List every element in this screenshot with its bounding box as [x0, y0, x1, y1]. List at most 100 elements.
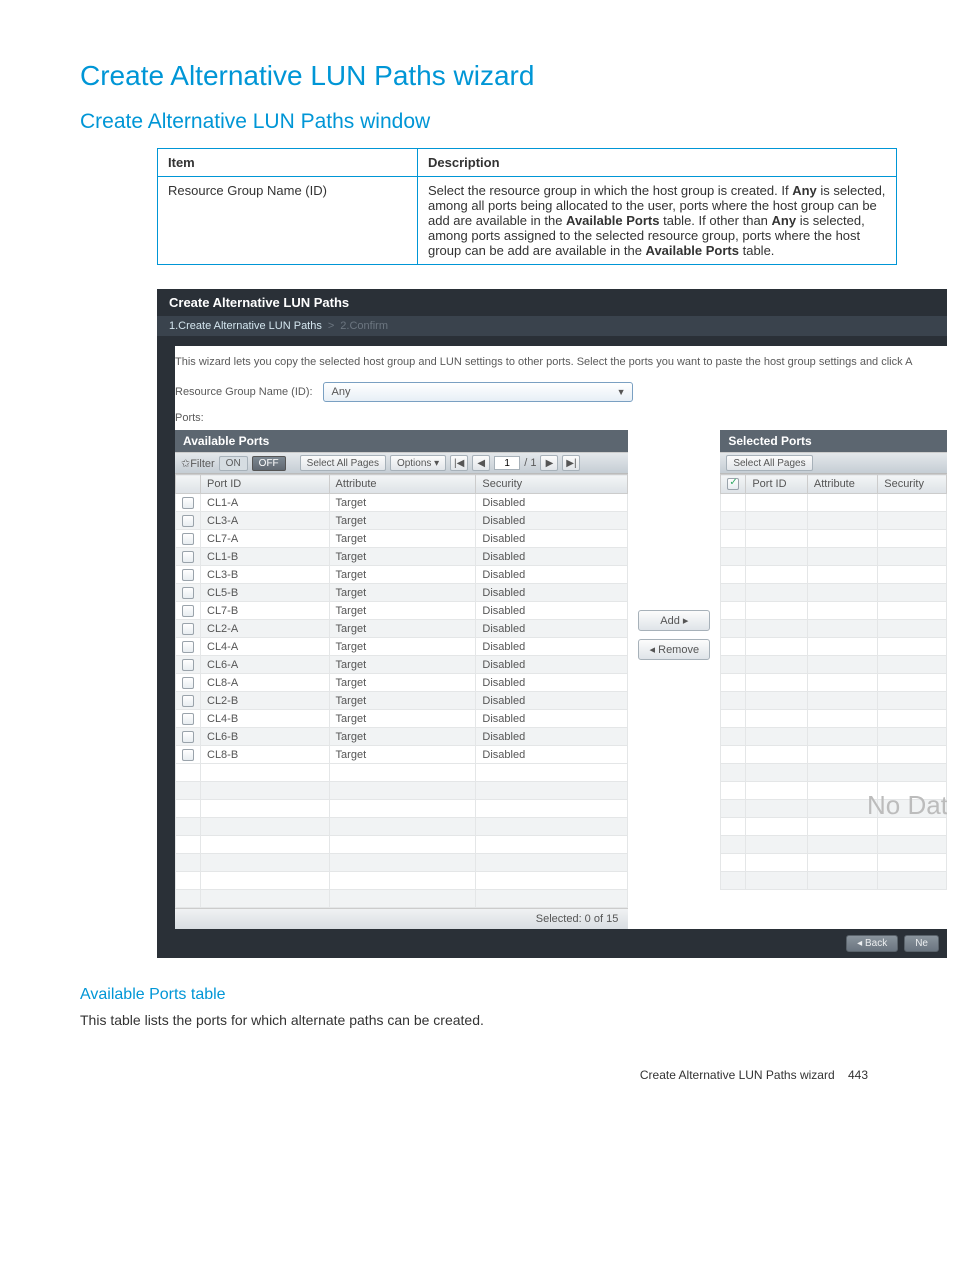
available-ports-panel: Available Ports ✩Filter ON OFF Select Al… [175, 430, 628, 929]
table-row-empty [721, 710, 947, 728]
row-checkbox[interactable] [182, 587, 194, 599]
ports-label: Ports: [175, 412, 947, 428]
table-row-empty [176, 800, 628, 818]
footer-title: Create Alternative LUN Paths wizard [640, 1068, 835, 1082]
row-checkbox[interactable] [182, 623, 194, 635]
table-row[interactable]: CL7-BTargetDisabled [176, 602, 628, 620]
table-row-empty [721, 854, 947, 872]
back-button[interactable]: ◂ Back [846, 935, 898, 952]
page-input[interactable] [494, 456, 520, 470]
add-button[interactable]: Add ▸ [638, 610, 710, 631]
selected-select-all-button[interactable]: Select All Pages [726, 455, 812, 471]
checkbox-icon[interactable] [727, 478, 739, 490]
table-row[interactable]: CL6-BTargetDisabled [176, 728, 628, 746]
next-page-button[interactable]: ▶ [540, 455, 558, 471]
row-checkbox[interactable] [182, 713, 194, 725]
wizard-steps: 1.Create Alternative LUN Paths > 2.Confi… [157, 316, 947, 336]
select-all-pages-button[interactable]: Select All Pages [300, 455, 386, 471]
last-page-button[interactable]: ▶| [562, 455, 580, 471]
remove-button[interactable]: ◂ Remove [638, 639, 710, 660]
col-checkbox [176, 475, 201, 494]
available-ports-header: Available Ports [175, 430, 628, 452]
selected-ports-toolbar: Select All Pages [720, 452, 947, 474]
row-checkbox[interactable] [182, 749, 194, 761]
table-row-empty [176, 818, 628, 836]
page-footer: Create Alternative LUN Paths wizard 443 [80, 1028, 874, 1082]
filter-label: ✩Filter [181, 457, 215, 470]
first-page-button[interactable]: |◀ [450, 455, 468, 471]
page-title: Create Alternative LUN Paths wizard [80, 60, 874, 92]
sel-col-security[interactable]: Security [878, 475, 947, 494]
col-checkbox-selected[interactable] [721, 475, 746, 494]
table-row-empty [721, 530, 947, 548]
table-row-empty [721, 620, 947, 638]
table-row[interactable]: CL5-BTargetDisabled [176, 584, 628, 602]
row-checkbox[interactable] [182, 659, 194, 671]
table-row[interactable]: CL2-BTargetDisabled [176, 692, 628, 710]
step-2: 2.Confirm [340, 320, 388, 332]
table-row[interactable]: CL8-ATargetDisabled [176, 674, 628, 692]
table-row[interactable]: CL7-ATargetDisabled [176, 530, 628, 548]
table-row-empty [176, 764, 628, 782]
table-row-empty [721, 656, 947, 674]
selected-ports-panel: Selected Ports Select All Pages Port ID … [720, 430, 947, 890]
table-row-empty [721, 566, 947, 584]
sel-col-port-id[interactable]: Port ID [746, 475, 808, 494]
row-checkbox[interactable] [182, 551, 194, 563]
sel-col-attribute[interactable]: Attribute [807, 475, 877, 494]
wizard-title: Create Alternative LUN Paths [157, 289, 947, 316]
row-checkbox[interactable] [182, 677, 194, 689]
table-row[interactable]: CL2-ATargetDisabled [176, 620, 628, 638]
row-checkbox[interactable] [182, 515, 194, 527]
row-checkbox[interactable] [182, 605, 194, 617]
table-row[interactable]: CL6-ATargetDisabled [176, 656, 628, 674]
table-row[interactable]: CL8-BTargetDisabled [176, 746, 628, 764]
no-data-watermark: No Dat [867, 790, 947, 821]
chevron-down-icon: ▼ [617, 387, 626, 397]
table-row[interactable]: CL3-ATargetDisabled [176, 512, 628, 530]
row-checkbox[interactable] [182, 695, 194, 707]
table-row[interactable]: CL1-BTargetDisabled [176, 548, 628, 566]
table-row-empty [721, 746, 947, 764]
table-row-empty [721, 728, 947, 746]
table-row[interactable]: CL1-ATargetDisabled [176, 494, 628, 512]
description-table: Item Description Resource Group Name (ID… [157, 148, 897, 265]
resource-group-label: Resource Group Name (ID): [175, 386, 313, 398]
filter-off-tab[interactable]: OFF [252, 456, 286, 471]
available-ports-toolbar: ✩Filter ON OFF Select All Pages Options … [175, 452, 628, 474]
prev-page-button[interactable]: ◀ [472, 455, 490, 471]
step-1: 1.Create Alternative LUN Paths [169, 320, 322, 332]
desc-header-item: Item [158, 149, 418, 177]
subsection-body: This table lists the ports for which alt… [80, 1012, 874, 1028]
table-row-empty [721, 548, 947, 566]
options-button[interactable]: Options ▾ [390, 455, 446, 471]
table-row-empty [721, 602, 947, 620]
selected-ports-header: Selected Ports [720, 430, 947, 452]
selected-ports-grid: Port ID Attribute Security [720, 474, 947, 890]
table-row-empty [721, 638, 947, 656]
row-checkbox[interactable] [182, 641, 194, 653]
table-row[interactable]: CL4-BTargetDisabled [176, 710, 628, 728]
row-checkbox[interactable] [182, 731, 194, 743]
wizard-nav-bar: ◂ Back Ne [157, 929, 947, 958]
row-checkbox[interactable] [182, 569, 194, 581]
filter-on-tab[interactable]: ON [219, 456, 248, 471]
wizard-screenshot: Create Alternative LUN Paths 1.Create Al… [157, 289, 947, 958]
table-row[interactable]: CL3-BTargetDisabled [176, 566, 628, 584]
table-row-empty [721, 674, 947, 692]
footer-page-number: 443 [848, 1068, 868, 1082]
table-row[interactable]: CL4-ATargetDisabled [176, 638, 628, 656]
table-row-empty [721, 836, 947, 854]
table-row-empty [721, 512, 947, 530]
table-row-empty [721, 692, 947, 710]
available-ports-footer: Selected: 0 of 15 [175, 908, 628, 929]
col-port-id[interactable]: Port ID [201, 475, 330, 494]
col-security[interactable]: Security [476, 475, 628, 494]
col-attribute[interactable]: Attribute [329, 475, 476, 494]
resource-group-select[interactable]: Any ▼ [323, 382, 633, 402]
table-row-empty [721, 764, 947, 782]
table-row-empty [721, 872, 947, 890]
row-checkbox[interactable] [182, 497, 194, 509]
row-checkbox[interactable] [182, 533, 194, 545]
next-button[interactable]: Ne [904, 935, 939, 952]
